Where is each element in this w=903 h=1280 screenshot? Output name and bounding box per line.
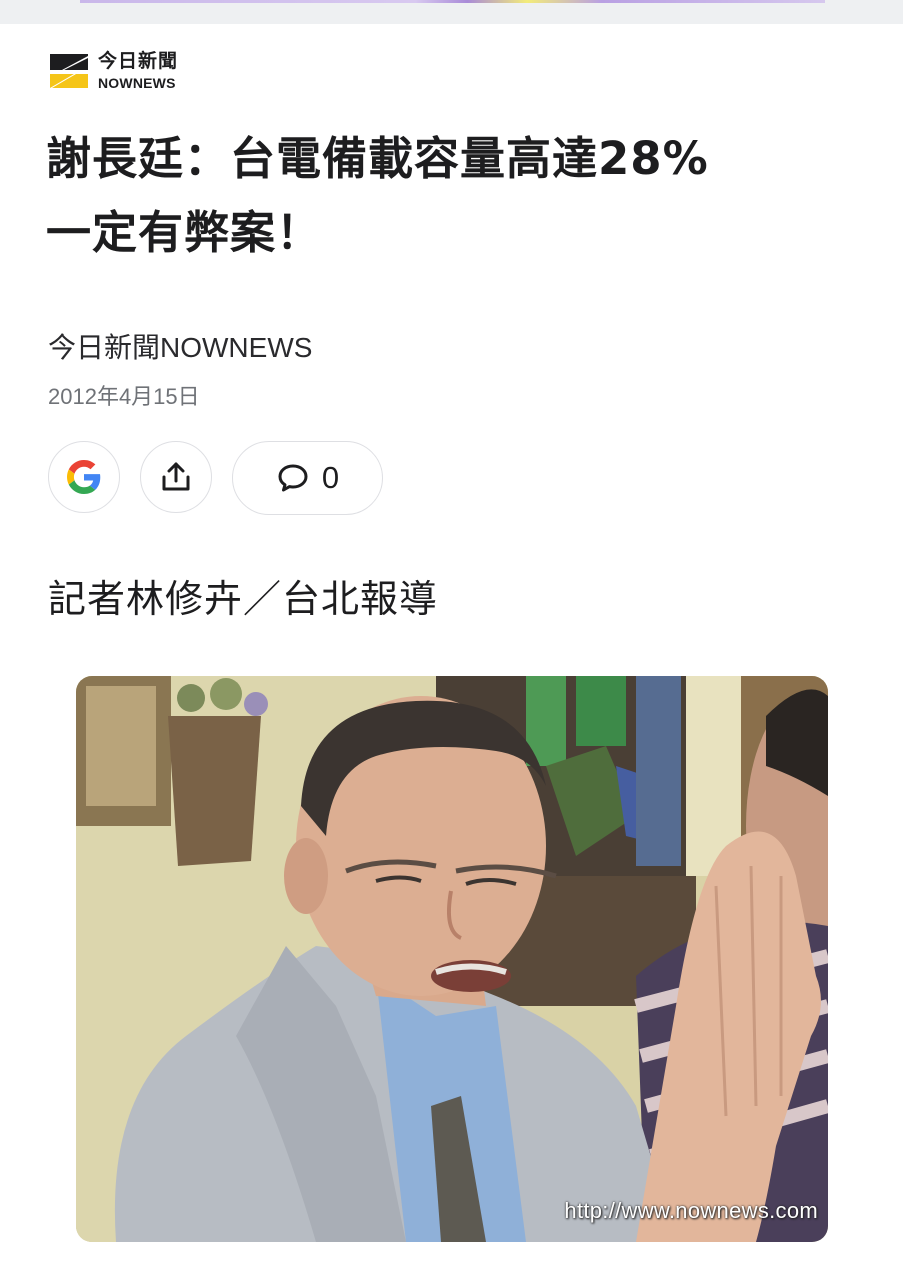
reporter-line: 記者林修卉／台北報導 xyxy=(48,577,439,621)
share-button[interactable] xyxy=(140,441,212,513)
logo-name-en: NOWNEWS xyxy=(98,75,176,91)
headline-line-2: 一定有弊案！ xyxy=(46,206,323,259)
article-actions: 0 xyxy=(48,441,383,515)
article-photo-illustration xyxy=(76,676,828,1242)
article-headline: 謝長廷：台電備載容量高達28% 一定有弊案！ xyxy=(46,122,866,270)
ad-banner-art xyxy=(80,0,825,3)
nownews-logo-mark-icon xyxy=(50,54,88,88)
google-icon xyxy=(67,460,101,494)
top-ad-banner[interactable] xyxy=(0,0,903,24)
comment-bubble-icon xyxy=(278,464,308,492)
photo-watermark: http://www.nownews.com xyxy=(564,1198,818,1223)
article-photo[interactable]: http://www.nownews.com xyxy=(76,676,828,1242)
share-upload-icon xyxy=(162,462,190,491)
byline-publisher[interactable]: 今日新聞NOWNEWS xyxy=(48,326,312,366)
google-follow-button[interactable] xyxy=(48,441,120,513)
comment-count: 0 xyxy=(321,460,340,495)
publish-date: 2012年4月15日 xyxy=(48,384,200,409)
article-page: 今日新聞 NOWNEWS 謝長廷：台電備載容量高達28% 一定有弊案！ 今日新聞… xyxy=(0,0,903,1280)
logo-name-zh: 今日新聞 xyxy=(98,50,179,72)
comments-button[interactable]: 0 xyxy=(232,441,383,515)
publisher-logo[interactable]: 今日新聞 NOWNEWS xyxy=(48,48,178,94)
headline-line-1: 謝長廷：台電備載容量高達28% xyxy=(46,132,709,185)
